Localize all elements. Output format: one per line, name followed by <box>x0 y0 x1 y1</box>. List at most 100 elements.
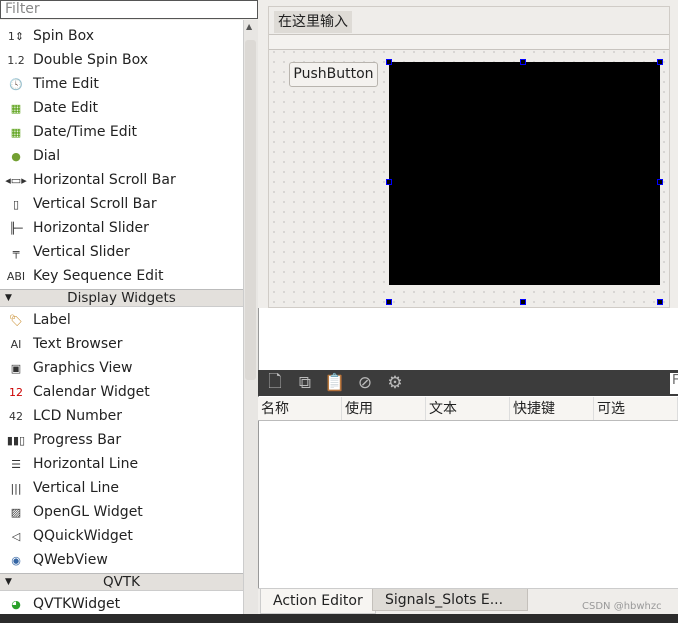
scrollbar-thumb[interactable] <box>245 40 256 380</box>
widget-label: LCD Number <box>33 408 123 424</box>
widget-label: Horizontal Scroll Bar <box>33 172 176 188</box>
widget-label: QWebView <box>33 552 108 568</box>
calendar-clock-icon: ▦ <box>10 125 22 139</box>
opengl-icon: ▨ <box>10 505 22 519</box>
qquick-icon: ◁ <box>11 529 21 543</box>
widget-label: Vertical Line <box>33 480 120 496</box>
tab-action-editor[interactable]: Action Editor <box>260 589 376 614</box>
resize-handle[interactable] <box>657 179 663 185</box>
text-browser-icon: AI <box>10 337 22 351</box>
resize-handle[interactable] <box>386 59 392 65</box>
lcd-number-icon: 42 <box>9 409 23 423</box>
widget-item[interactable]: 42 LCD Number <box>0 404 243 428</box>
scroll-up-arrow-icon[interactable]: ▲ <box>246 22 252 31</box>
settings-gear-icon[interactable]: ⚙ <box>384 373 406 393</box>
widget-label: Calendar Widget <box>33 384 150 400</box>
form-toolbar <box>269 35 669 50</box>
collapse-arrow-icon[interactable]: ▼ <box>5 290 12 307</box>
widget-item[interactable]: 🕓 Time Edit <box>0 72 243 96</box>
column-header[interactable]: 文本 <box>426 397 510 420</box>
widget-item[interactable]: AI Text Browser <box>0 332 243 356</box>
category-label: QVTK <box>103 574 140 590</box>
calendar-widget-icon: 12 <box>9 385 23 399</box>
qvtk-icon: ◕ <box>11 597 21 611</box>
widget-item[interactable]: ▣ Graphics View <box>0 356 243 380</box>
double-spin-box-icon: 1.2 <box>7 53 25 67</box>
widget-item[interactable]: ▮▮▯ Progress Bar <box>0 428 243 452</box>
widget-item[interactable]: ◕ QVTKWidget <box>0 592 243 614</box>
widget-item[interactable]: ▦ Date Edit <box>0 96 243 120</box>
widget-item[interactable]: 🏷 Label <box>0 308 243 332</box>
clock-icon: 🕓 <box>9 77 23 91</box>
dial-icon: ● <box>11 149 21 163</box>
widget-item[interactable]: ╤ Vertical Slider <box>0 240 243 264</box>
action-filter-input[interactable]: F <box>670 373 678 394</box>
widget-box-list: 1⇕ Spin Box 1.2 Double Spin Box 🕓 Time Edit ▦ D… <box>0 20 243 614</box>
widget-label: Key Sequence Edit <box>33 268 164 284</box>
column-header[interactable]: 名称 <box>258 397 342 420</box>
resize-handle[interactable] <box>386 299 392 305</box>
widget-label: Graphics View <box>33 360 133 376</box>
vertical-scrollbar-icon: ▯ <box>12 197 20 211</box>
category-header[interactable]: ▼ Display Widgets <box>0 289 243 307</box>
widget-label: Time Edit <box>33 76 99 92</box>
widget-label: OpenGL Widget <box>33 504 143 520</box>
category-header[interactable]: ▼ QVTK <box>0 573 243 591</box>
menu-type-here[interactable]: 在这里输入 <box>274 11 352 33</box>
resize-handle[interactable] <box>386 179 392 185</box>
widget-label: QVTKWidget <box>33 596 121 612</box>
horizontal-line-icon: ☰ <box>11 457 21 471</box>
action-table-header: 名称 使用 文本 快捷键 可选 <box>258 397 678 421</box>
widget-item[interactable]: 1⇕ Spin Box <box>0 24 243 48</box>
key-sequence-icon: ABI <box>6 269 26 283</box>
copy-icon[interactable]: ⧉ <box>294 373 316 393</box>
widget-item[interactable]: ◂▭▸ Horizontal Scroll Bar <box>0 168 243 192</box>
widget-item[interactable]: ◁ QQuickWidget <box>0 524 243 548</box>
widget-item[interactable]: ▯ Vertical Scroll Bar <box>0 192 243 216</box>
column-header[interactable]: 可选 <box>594 397 678 420</box>
column-header[interactable]: 快捷键 <box>510 397 594 420</box>
widget-item[interactable]: ☰ Horizontal Line <box>0 452 243 476</box>
widget-item[interactable]: ||| Vertical Line <box>0 476 243 500</box>
vertical-slider-icon: ╤ <box>12 245 20 259</box>
new-action-icon[interactable]: 🗋 <box>264 372 286 393</box>
widget-label: Date/Time Edit <box>33 124 138 140</box>
widget-item[interactable]: 12 Calendar Widget <box>0 380 243 404</box>
delete-icon[interactable]: ⊘ <box>354 373 376 393</box>
globe-icon: ◉ <box>11 553 21 567</box>
widget-label: Horizontal Line <box>33 456 139 472</box>
qvtk-widget[interactable] <box>389 62 660 285</box>
widget-label: Label <box>33 312 71 328</box>
paste-icon[interactable]: 📋 <box>324 373 346 393</box>
filter-input[interactable]: Filter <box>0 0 258 19</box>
widget-label: QQuickWidget <box>33 528 133 544</box>
widget-label: Vertical Slider <box>33 244 130 260</box>
action-editor-panel <box>258 308 678 614</box>
widget-item[interactable]: 1.2 Double Spin Box <box>0 48 243 72</box>
widget-item[interactable]: ▨ OpenGL Widget <box>0 500 243 524</box>
push-button[interactable]: PushButton <box>289 62 378 87</box>
resize-handle[interactable] <box>520 59 526 65</box>
column-header[interactable]: 使用 <box>342 397 426 420</box>
vertical-line-icon: ||| <box>10 481 22 495</box>
progress-bar-icon: ▮▮▯ <box>6 433 26 447</box>
widget-item[interactable]: ◉ QWebView <box>0 548 243 572</box>
widget-label: Date Edit <box>33 100 99 116</box>
collapse-arrow-icon[interactable]: ▼ <box>5 574 12 591</box>
horizontal-slider-icon: ╟─ <box>9 221 23 235</box>
widget-item[interactable]: ▦ Date/Time Edit <box>0 120 243 144</box>
widget-item[interactable]: ╟─ Horizontal Slider <box>0 216 243 240</box>
widget-label: Spin Box <box>33 28 95 44</box>
resize-handle[interactable] <box>520 299 526 305</box>
widget-label: Dial <box>33 148 61 164</box>
resize-handle[interactable] <box>657 299 663 305</box>
tab-signals-slots-editor[interactable]: Signals_Slots E... <box>372 589 528 611</box>
taskbar-strip <box>0 614 678 623</box>
category-label: Display Widgets <box>67 290 176 306</box>
resize-handle[interactable] <box>657 59 663 65</box>
widget-label: Text Browser <box>33 336 123 352</box>
widget-label: Double Spin Box <box>33 52 149 68</box>
widget-item[interactable]: ABI Key Sequence Edit <box>0 264 243 288</box>
horizontal-scrollbar-icon: ◂▭▸ <box>5 173 27 187</box>
widget-item[interactable]: ● Dial <box>0 144 243 168</box>
